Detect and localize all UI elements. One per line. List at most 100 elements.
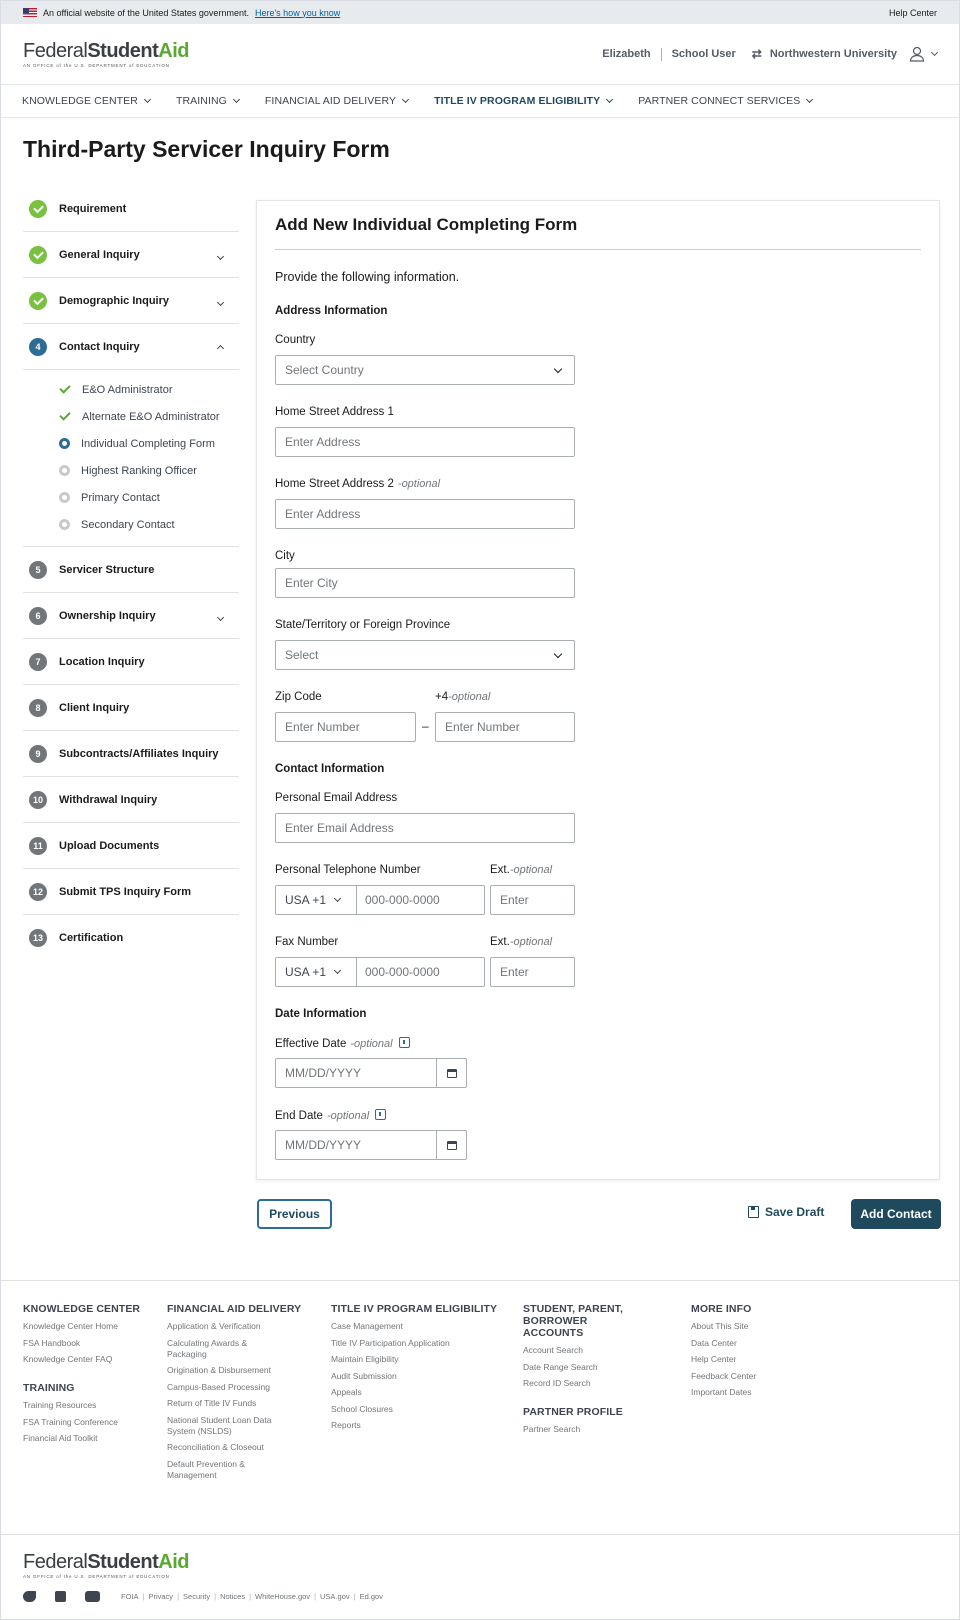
calendar-button[interactable] bbox=[436, 1131, 466, 1159]
step-certification[interactable]: 13 Certification bbox=[23, 915, 239, 961]
footer-link[interactable]: Reconciliation & Closeout bbox=[167, 1442, 312, 1453]
substep-secondary-contact[interactable]: Secondary Contact bbox=[23, 511, 239, 538]
step-submit-tps-inquiry-form[interactable]: 12 Submit TPS Inquiry Form bbox=[23, 869, 239, 915]
footer-link[interactable]: National Student Loan Data System (NSLDS… bbox=[167, 1415, 287, 1437]
step-ownership-inquiry[interactable]: 6 Ownership Inquiry bbox=[23, 593, 239, 639]
nav-financial-aid-delivery[interactable]: FINANCIAL AID DELIVERY bbox=[265, 95, 410, 107]
address1-input[interactable]: Enter Address bbox=[275, 427, 575, 457]
nav-title-iv-program-eligibility[interactable]: TITLE IV PROGRAM ELIGIBILITY bbox=[434, 95, 614, 107]
help-center-link[interactable]: Help Center bbox=[889, 8, 937, 18]
nav-partner-connect-services[interactable]: PARTNER CONNECT SERVICES bbox=[638, 95, 814, 107]
substep-eo-administrator[interactable]: E&O Administrator bbox=[23, 376, 239, 403]
end-date-input[interactable]: MM/DD/YYYY bbox=[275, 1130, 467, 1160]
previous-button[interactable]: Previous bbox=[257, 1199, 332, 1229]
nav-training[interactable]: TRAINING bbox=[175, 95, 240, 107]
twitter-icon[interactable] bbox=[23, 1591, 36, 1602]
effective-date-input[interactable]: MM/DD/YYYY bbox=[275, 1058, 467, 1088]
footer-link[interactable]: Record ID Search bbox=[523, 1378, 663, 1389]
user-menu[interactable] bbox=[909, 46, 939, 62]
phone-ext-input[interactable]: Enter bbox=[490, 885, 575, 915]
footer-link[interactable]: Feedback Center bbox=[691, 1371, 821, 1382]
legal-link[interactable]: WhiteHouse.gov bbox=[255, 1592, 310, 1601]
substep-alternate-eo-administrator[interactable]: Alternate E&O Administrator bbox=[23, 403, 239, 430]
address2-input[interactable]: Enter Address bbox=[275, 499, 575, 529]
switch-institution-icon[interactable]: ⇄ bbox=[752, 47, 762, 61]
footer-link[interactable]: About This Site bbox=[691, 1321, 821, 1332]
chevron-down-icon[interactable] bbox=[216, 296, 225, 308]
youtube-icon[interactable] bbox=[85, 1591, 100, 1602]
footer-link[interactable]: FSA Handbook bbox=[23, 1338, 153, 1349]
footer-link[interactable]: Calculating Awards & Packaging bbox=[167, 1338, 267, 1360]
info-icon[interactable] bbox=[375, 1109, 387, 1120]
facebook-icon[interactable] bbox=[55, 1591, 66, 1602]
footer-link[interactable]: FSA Training Conference bbox=[23, 1417, 153, 1428]
substep-highest-ranking-officer[interactable]: Highest Ranking Officer bbox=[23, 457, 239, 484]
substep-primary-contact[interactable]: Primary Contact bbox=[23, 484, 239, 511]
legal-link[interactable]: USA.gov bbox=[320, 1592, 350, 1601]
fsa-logo[interactable]: FederalStudentAid AN OFFICE of the U.S. … bbox=[23, 41, 189, 68]
footer-link[interactable]: Maintain Eligibility bbox=[331, 1354, 511, 1365]
step-servicer-structure[interactable]: 5 Servicer Structure bbox=[23, 547, 239, 593]
step-requirement[interactable]: Requirement bbox=[23, 186, 239, 232]
footer-link[interactable]: Appeals bbox=[331, 1387, 511, 1398]
state-select[interactable]: Select bbox=[275, 640, 575, 670]
plus4-input[interactable]: Enter Number bbox=[435, 712, 575, 742]
institution-name[interactable]: Northwestern University bbox=[770, 48, 897, 60]
legal-link[interactable]: Ed.gov bbox=[360, 1592, 383, 1601]
footer-link[interactable]: Partner Search bbox=[523, 1424, 663, 1435]
city-input[interactable]: Enter City bbox=[275, 568, 575, 598]
footer-link[interactable]: Financial Aid Toolkit bbox=[23, 1433, 153, 1444]
chevron-up-icon[interactable] bbox=[216, 342, 225, 354]
nav-label: TRAINING bbox=[175, 95, 227, 107]
step-withdrawal-inquiry[interactable]: 10 Withdrawal Inquiry bbox=[23, 777, 239, 823]
footer-link[interactable]: Title IV Participation Application bbox=[331, 1338, 511, 1349]
zip-input[interactable]: Enter Number bbox=[275, 712, 416, 742]
footer-link[interactable]: School Closures bbox=[331, 1404, 511, 1415]
footer-link[interactable]: Data Center bbox=[691, 1338, 821, 1349]
footer-link[interactable]: Audit Submission bbox=[331, 1371, 511, 1382]
heres-how-you-know-link[interactable]: Here's how you know bbox=[255, 8, 340, 18]
save-draft-button[interactable]: Save Draft bbox=[748, 1205, 824, 1219]
legal-link[interactable]: Privacy bbox=[148, 1592, 173, 1601]
footer-link[interactable]: Case Management bbox=[331, 1321, 511, 1332]
step-upload-documents[interactable]: 11 Upload Documents bbox=[23, 823, 239, 869]
calendar-button[interactable] bbox=[436, 1059, 466, 1087]
footer-link[interactable]: Return of Title IV Funds bbox=[167, 1398, 312, 1409]
fax-country-code-select[interactable]: USA +1 bbox=[285, 958, 357, 986]
phone-input[interactable]: USA +1 000-000-0000 bbox=[275, 885, 485, 915]
add-contact-button[interactable]: Add Contact bbox=[851, 1199, 941, 1229]
phone-country-code-select[interactable]: USA +1 bbox=[285, 886, 357, 914]
footer-link[interactable]: Help Center bbox=[691, 1354, 821, 1365]
footer-link[interactable]: Important Dates bbox=[691, 1387, 821, 1398]
info-icon[interactable] bbox=[398, 1037, 410, 1048]
footer-link[interactable]: Default Prevention & Management bbox=[167, 1459, 262, 1481]
step-general-inquiry[interactable]: General Inquiry bbox=[23, 232, 239, 278]
footer-link[interactable]: Knowledge Center FAQ bbox=[23, 1354, 153, 1365]
step-location-inquiry[interactable]: 7 Location Inquiry bbox=[23, 639, 239, 685]
footer-link[interactable]: Training Resources bbox=[23, 1400, 153, 1411]
legal-link[interactable]: Security bbox=[183, 1592, 210, 1601]
footer-link[interactable]: Application & Verification bbox=[167, 1321, 312, 1332]
legal-link[interactable]: FOIA bbox=[121, 1592, 139, 1601]
country-select[interactable]: Select Country bbox=[275, 355, 575, 385]
footer-link[interactable]: Knowledge Center Home bbox=[23, 1321, 153, 1332]
step-client-inquiry[interactable]: 8 Client Inquiry bbox=[23, 685, 239, 731]
fax-ext-input[interactable]: Enter bbox=[490, 957, 575, 987]
step-contact-inquiry[interactable]: 4 Contact Inquiry bbox=[23, 324, 239, 370]
footer-link[interactable]: Origination & Disbursement bbox=[167, 1365, 312, 1376]
footer-link[interactable]: Reports bbox=[331, 1420, 511, 1431]
email-input[interactable]: Enter Email Address bbox=[275, 813, 575, 843]
footer-link[interactable]: Date Range Search bbox=[523, 1362, 663, 1373]
step-subcontracts-affiliates-inquiry[interactable]: 9 Subcontracts/Affiliates Inquiry bbox=[23, 731, 239, 777]
chevron-down-icon[interactable] bbox=[216, 250, 225, 262]
substep-individual-completing-form[interactable]: Individual Completing Form bbox=[23, 430, 239, 457]
footer-link[interactable]: Account Search bbox=[523, 1345, 663, 1356]
footer-link[interactable]: Campus-Based Processing bbox=[167, 1382, 312, 1393]
fsa-logo-footer[interactable]: FederalStudentAid AN OFFICE of the U.S. … bbox=[23, 1552, 189, 1579]
step-demographic-inquiry[interactable]: Demographic Inquiry bbox=[23, 278, 239, 324]
legal-link[interactable]: Notices bbox=[220, 1592, 245, 1601]
step-number-badge: 13 bbox=[29, 929, 47, 947]
fax-input[interactable]: USA +1 000-000-0000 bbox=[275, 957, 485, 987]
nav-knowledge-center[interactable]: KNOWLEDGE CENTER bbox=[22, 95, 151, 107]
chevron-down-icon[interactable] bbox=[216, 611, 225, 623]
